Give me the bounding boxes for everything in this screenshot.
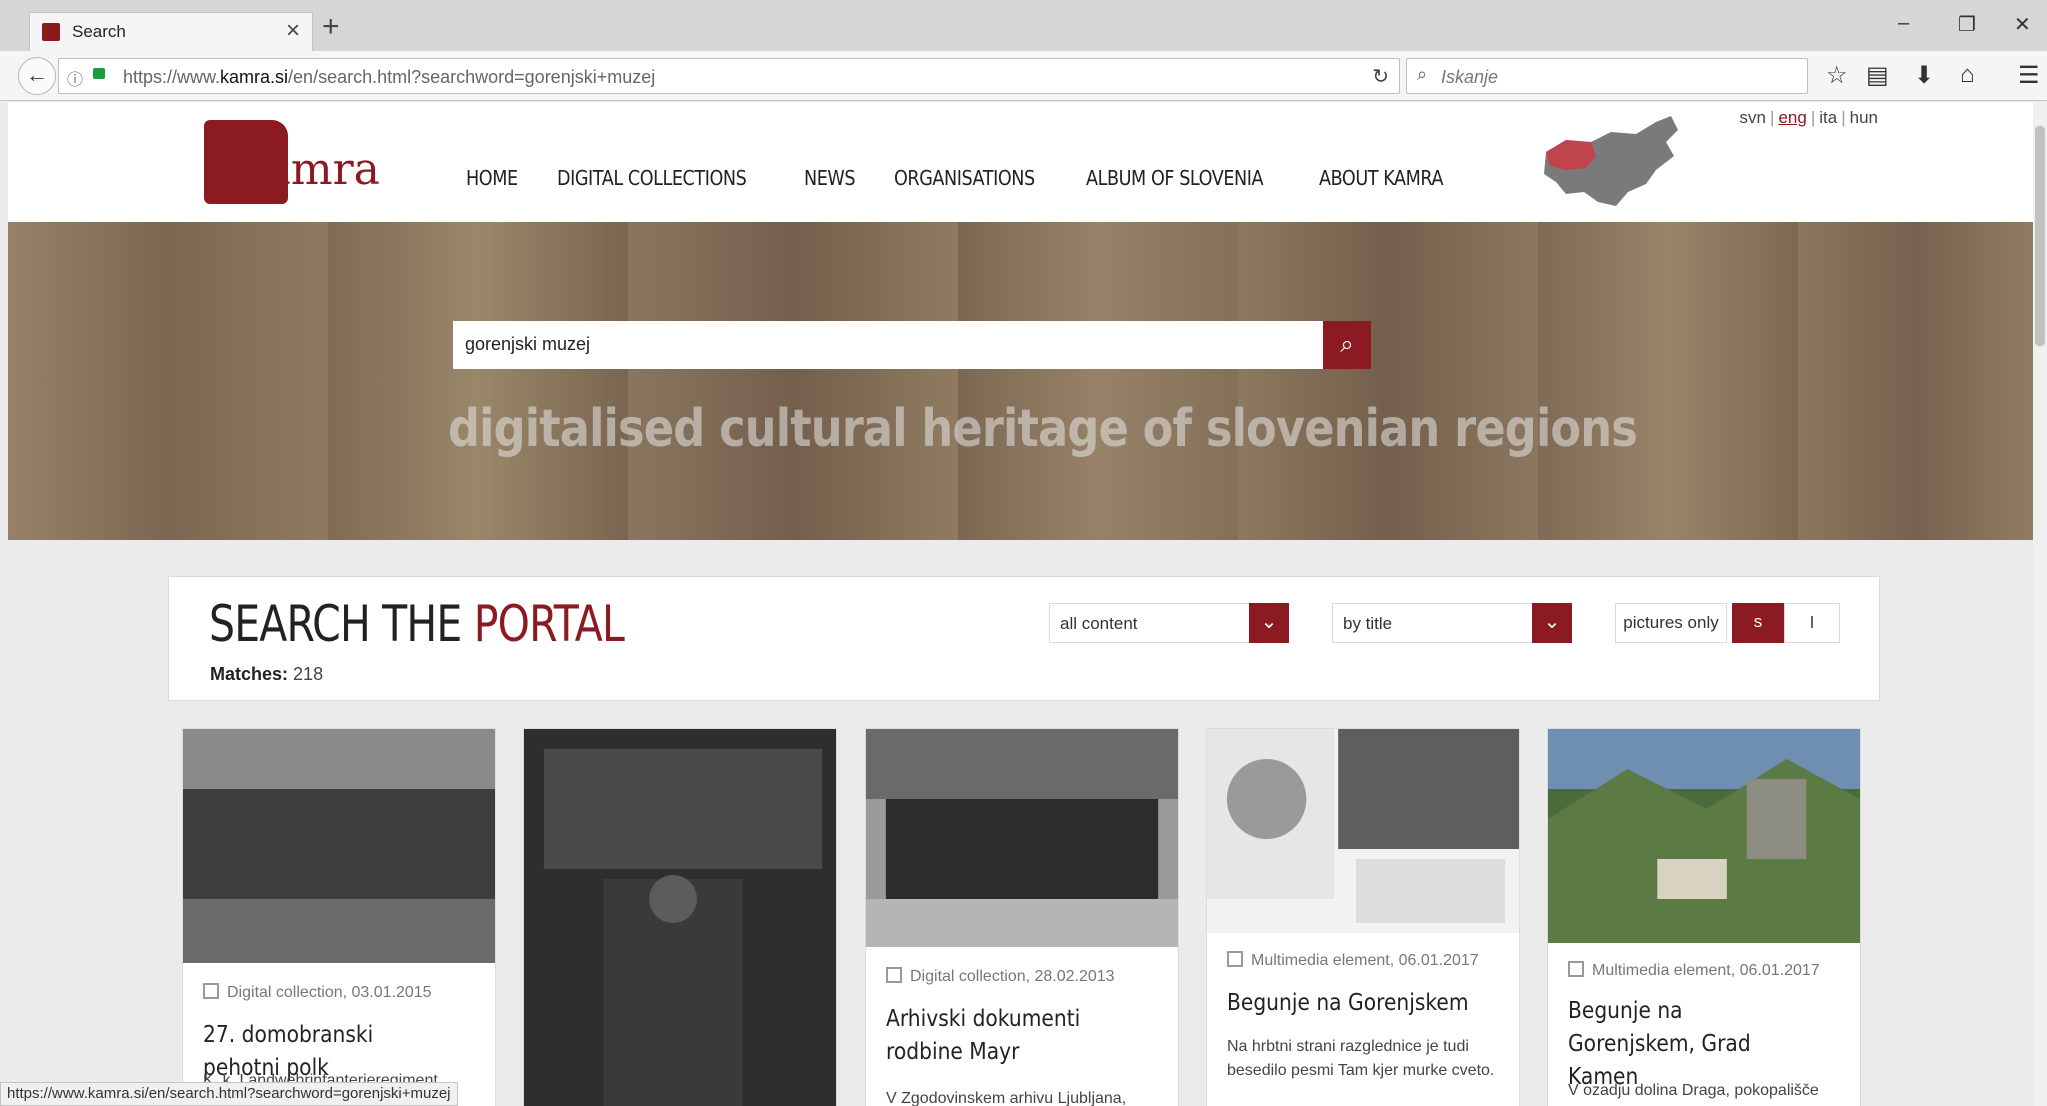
result-card[interactable]: Multimedia element, 06.01.2017 Begunje n…	[1206, 728, 1520, 1106]
result-card[interactable]: Multimedia element, 06.01.2017 Begunje n…	[1547, 728, 1861, 1106]
logo-text: kamra	[238, 144, 380, 195]
pictures-only-toggle[interactable]: pictures only	[1615, 603, 1727, 643]
card-description: V ozadju dolina Draga, pokopališče	[1568, 1082, 1819, 1099]
reload-icon[interactable]: ↻	[1372, 64, 1389, 89]
language-switcher: svn | eng | ita | hun	[1739, 108, 1878, 127]
search-icon: ⌕	[1417, 64, 1428, 84]
wood-plank	[328, 222, 628, 540]
card-photo	[1207, 729, 1519, 933]
close-tab-icon[interactable]: ×	[286, 17, 300, 45]
close-window-icon[interactable]: ✕	[2014, 12, 2031, 37]
kamra-favicon-icon	[42, 23, 60, 41]
minimize-icon[interactable]: –	[1898, 12, 1909, 35]
card-photo	[183, 729, 495, 963]
download-icon[interactable]: ⬇	[1914, 61, 1934, 90]
card-photo	[524, 729, 836, 1106]
lang-svn[interactable]: svn	[1740, 108, 1766, 127]
card-meta: Multimedia element, 06.01.2017	[1568, 961, 1820, 980]
nav-digital-collections[interactable]: DIGITAL COLLECTIONS	[557, 166, 747, 190]
browser-search-placeholder: Iskanje	[1441, 67, 1499, 87]
wood-plank	[628, 222, 958, 540]
search-panel: SEARCH THE PORTAL Matches: 218 all conte…	[168, 576, 1880, 701]
hero-search-box[interactable]: gorenjski muzej ⌕	[453, 321, 1371, 369]
card-description: Na hrbtni strani razglednice je tudi bes…	[1227, 1038, 1495, 1079]
address-bar[interactable]: ⓘ https://www.kamra.si/en/search.html?se…	[58, 58, 1400, 94]
card-title[interactable]: Begunje na Gorenjskem	[1227, 987, 1473, 1020]
card-meta: Multimedia element, 06.01.2017	[1227, 951, 1479, 970]
wood-plank	[8, 222, 328, 540]
nav-album-of-slovenia[interactable]: ALBUM OF SLOVENIA	[1086, 166, 1264, 190]
size-large-button[interactable]: l	[1784, 603, 1840, 643]
status-bar-url: https://www.kamra.si/en/search.html?sear…	[0, 1082, 458, 1106]
main-nav: HOME DIGITAL COLLECTIONS NEWS ORGANISATI…	[466, 166, 1460, 190]
site-header: kamra HOME DIGITAL COLLECTIONS NEWS ORGA…	[8, 102, 2033, 222]
result-card[interactable]: Digital collection, 03.01.2015 27. domob…	[182, 728, 496, 1106]
wood-plank	[958, 222, 1238, 540]
search-icon: ⌕	[1340, 331, 1354, 358]
sort-select[interactable]: by title ⌄	[1332, 603, 1572, 643]
content-filter-select[interactable]: all content ⌄	[1049, 603, 1289, 643]
lang-ita[interactable]: ita	[1819, 108, 1837, 127]
result-card[interactable]	[523, 728, 837, 1106]
chevron-down-icon: ⌄	[1249, 603, 1289, 643]
nav-news[interactable]: NEWS	[804, 166, 856, 190]
card-photo	[866, 729, 1178, 947]
new-tab-icon[interactable]: +	[322, 12, 340, 42]
collection-icon	[886, 967, 902, 983]
hero-search-input[interactable]: gorenjski muzej	[465, 334, 590, 355]
web-page: kamra HOME DIGITAL COLLECTIONS NEWS ORGA…	[8, 102, 2033, 1106]
nav-home[interactable]: HOME	[466, 166, 518, 190]
scrollbar-thumb[interactable]	[2035, 126, 2045, 346]
chevron-down-icon: ⌄	[1532, 603, 1572, 643]
tab-title: Search	[72, 22, 126, 41]
lang-hun[interactable]: hun	[1850, 108, 1878, 127]
multimedia-icon	[1568, 961, 1584, 977]
card-title[interactable]: Arhivski dokumenti rodbine Mayr	[886, 1003, 1132, 1069]
card-meta: Digital collection, 28.02.2013	[886, 967, 1115, 986]
lock-icon	[93, 68, 105, 79]
url-text: https://www.kamra.si/en/search.html?sear…	[123, 67, 656, 87]
collection-icon	[203, 983, 219, 999]
search-button[interactable]: ⌕	[1323, 321, 1371, 369]
back-arrow-icon[interactable]: ←	[18, 57, 56, 95]
slovenia-map-icon[interactable]	[1536, 112, 1686, 212]
card-description: V Zgodovinskem arhivu Ljubljana,	[886, 1090, 1127, 1106]
browser-nav-bar: ← ⓘ https://www.kamra.si/en/search.html?…	[0, 51, 2047, 101]
card-meta: Digital collection, 03.01.2015	[203, 983, 432, 1002]
multimedia-icon	[1227, 951, 1243, 967]
hero-banner: gorenjski muzej ⌕ digitalised cultural h…	[8, 222, 2033, 540]
card-photo	[1548, 729, 1860, 943]
result-card[interactable]: Digital collection, 28.02.2013 Arhivski …	[865, 728, 1179, 1106]
reading-list-icon[interactable]: ▤	[1866, 61, 1889, 90]
matches-count: Matches: 218	[210, 664, 324, 684]
wood-plank	[1798, 222, 2033, 540]
bookmark-star-icon[interactable]: ☆	[1826, 61, 1848, 90]
menu-icon[interactable]: ☰	[2018, 61, 2040, 90]
hero-tagline: digitalised cultural heritage of sloveni…	[448, 399, 1638, 459]
wood-plank	[1238, 222, 1538, 540]
size-small-button[interactable]: s	[1732, 603, 1784, 643]
restore-icon[interactable]: ❐	[1958, 12, 1976, 37]
nav-organisations[interactable]: ORGANISATIONS	[894, 166, 1035, 190]
browser-tab[interactable]: Search ×	[29, 12, 313, 51]
browser-tab-bar: Search × + – ❐ ✕	[0, 0, 2047, 51]
browser-search-bar[interactable]: ⌕ Iskanje	[1406, 58, 1808, 94]
info-icon[interactable]: ⓘ	[67, 66, 83, 90]
page-scrollbar[interactable]	[2033, 102, 2047, 1106]
nav-about-kamra[interactable]: ABOUT KAMRA	[1319, 166, 1444, 190]
home-icon[interactable]: ⌂	[1960, 61, 1975, 89]
kamra-logo[interactable]: kamra	[196, 116, 392, 208]
wood-plank	[1538, 222, 1798, 540]
page-title: SEARCH THE PORTAL	[209, 595, 625, 653]
lang-eng[interactable]: eng	[1778, 108, 1806, 127]
